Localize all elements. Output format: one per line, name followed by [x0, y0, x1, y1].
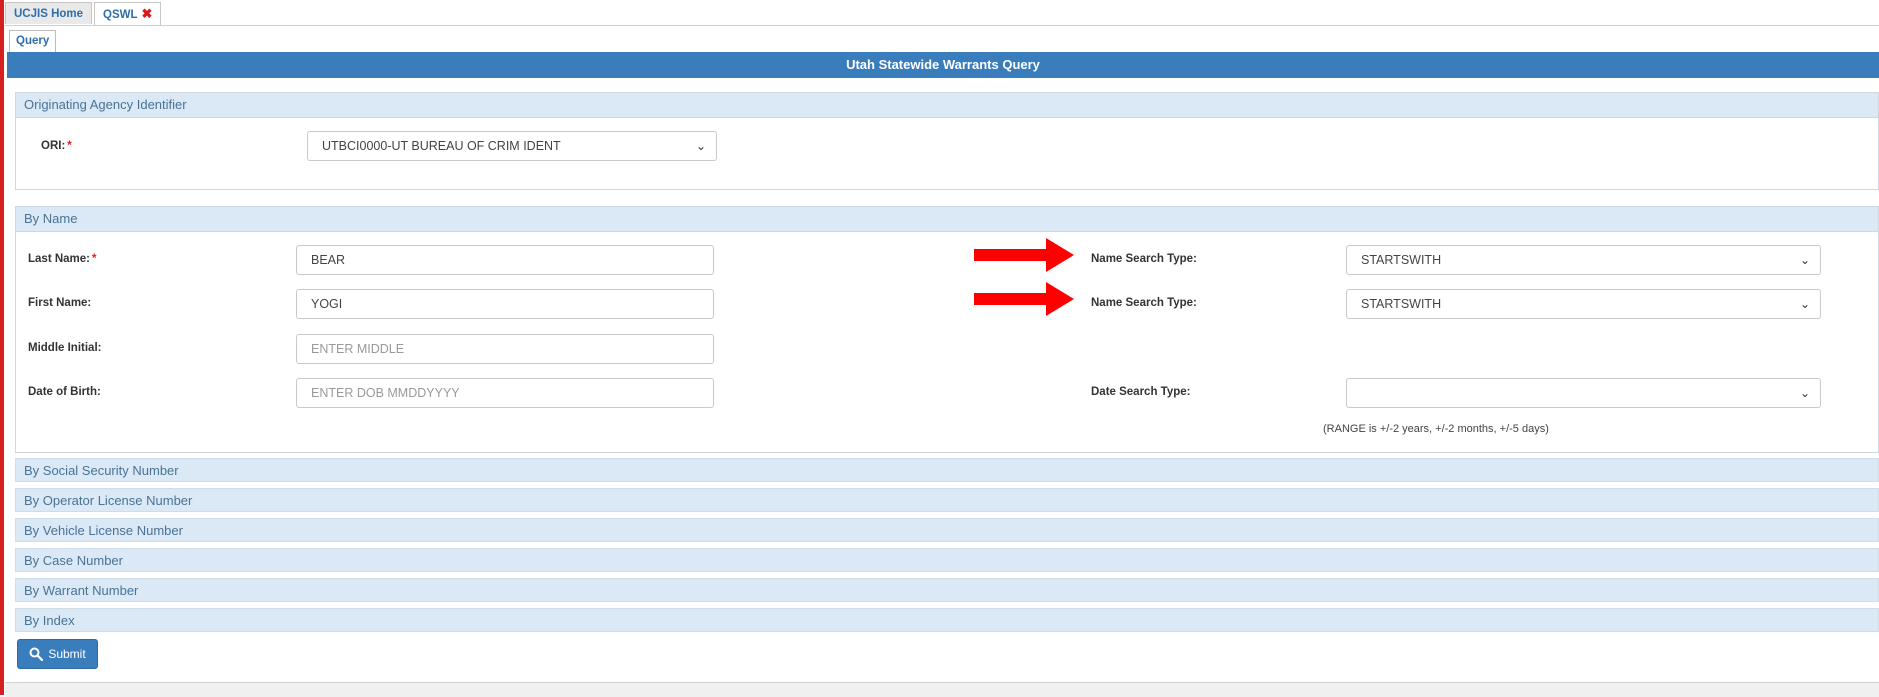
- section-ssn[interactable]: By Social Security Number: [15, 458, 1879, 482]
- last-name-label: Last Name: *: [28, 253, 96, 265]
- ori-label-text: ORI:: [41, 140, 66, 152]
- submit-label: Submit: [48, 647, 86, 661]
- page-title: Utah Statewide Warrants Query: [7, 52, 1879, 78]
- tab-qswl[interactable]: QSWL ✖: [94, 2, 162, 26]
- left-edge-bar: [0, 0, 4, 695]
- range-note: (RANGE is +/-2 years, +/-2 months, +/-5 …: [1323, 423, 1549, 435]
- name-search-type-label-2: Name Search Type:: [1091, 297, 1197, 309]
- submit-button[interactable]: Submit: [17, 639, 98, 669]
- middle-initial-label: Middle Initial:: [28, 342, 102, 354]
- first-name-search-type-select[interactable]: STARTSWITH ⌄: [1346, 289, 1821, 319]
- first-name-label: First Name:: [28, 297, 92, 309]
- date-search-type-select[interactable]: ⌄: [1346, 378, 1821, 408]
- first-name-input[interactable]: [296, 289, 714, 319]
- select-value: STARTSWITH: [1361, 253, 1442, 267]
- section-index[interactable]: By Index: [15, 608, 1879, 632]
- tab-query[interactable]: Query: [9, 30, 57, 52]
- required-marker: *: [92, 253, 97, 265]
- top-tab-strip: UCJIS Home QSWL ✖: [5, 2, 163, 26]
- middle-initial-input[interactable]: [296, 334, 714, 364]
- search-icon: [29, 647, 44, 661]
- red-arrow-icon: [974, 282, 1074, 316]
- date-search-type-label: Date Search Type:: [1091, 386, 1191, 398]
- name-search-type-label-1: Name Search Type:: [1091, 253, 1197, 265]
- tab-label: Query: [16, 35, 50, 47]
- tab-label: UCJIS Home: [14, 8, 84, 20]
- red-arrow-icon: [974, 238, 1074, 272]
- name-panel: By Name: [15, 206, 1879, 453]
- ori-label: ORI: *: [41, 140, 72, 152]
- tab-divider: [5, 25, 1879, 26]
- section-warrant-number[interactable]: By Warrant Number: [15, 578, 1879, 602]
- tab-ucjis-home[interactable]: UCJIS Home: [5, 2, 93, 24]
- ori-select[interactable]: UTBCI0000-UT BUREAU OF CRIM IDENT ⌄: [307, 131, 717, 161]
- chevron-down-icon: ⌄: [1799, 386, 1810, 400]
- close-icon[interactable]: ✖: [142, 6, 153, 21]
- last-name-label-text: Last Name:: [28, 253, 90, 265]
- section-vehicle-license[interactable]: By Vehicle License Number: [15, 518, 1879, 542]
- last-name-input[interactable]: [296, 245, 714, 275]
- select-value: STARTSWITH: [1361, 297, 1442, 311]
- dob-input[interactable]: [296, 378, 714, 408]
- chevron-down-icon: ⌄: [1799, 297, 1810, 311]
- ori-panel: Originating Agency Identifier: [15, 92, 1879, 190]
- required-marker: *: [67, 140, 72, 152]
- ori-section-header[interactable]: Originating Agency Identifier: [16, 93, 1878, 118]
- name-section-header[interactable]: By Name: [16, 207, 1878, 232]
- last-name-search-type-select[interactable]: STARTSWITH ⌄: [1346, 245, 1821, 275]
- tab-label: QSWL: [103, 9, 138, 21]
- chevron-down-icon: ⌄: [1799, 253, 1810, 267]
- chevron-down-icon: ⌄: [695, 139, 706, 153]
- dob-label: Date of Birth:: [28, 386, 101, 398]
- section-case-number[interactable]: By Case Number: [15, 548, 1879, 572]
- ori-select-value: UTBCI0000-UT BUREAU OF CRIM IDENT: [322, 139, 561, 153]
- section-operator-license[interactable]: By Operator License Number: [15, 488, 1879, 512]
